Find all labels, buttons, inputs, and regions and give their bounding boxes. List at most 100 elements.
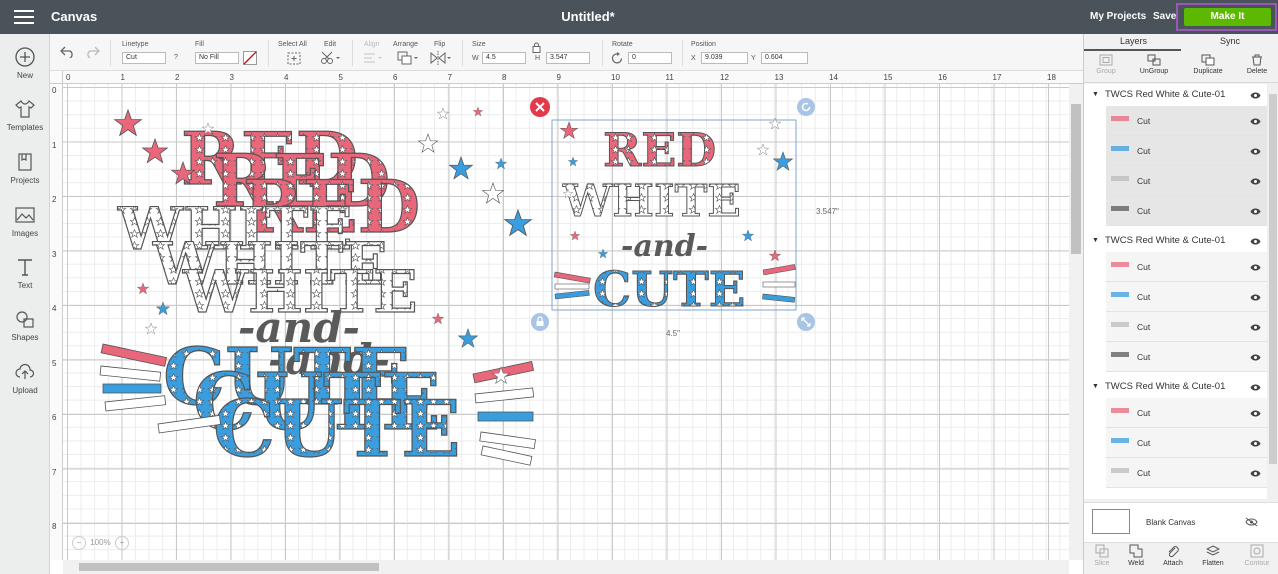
linetype-help-icon[interactable]: ? (174, 54, 178, 61)
height-dimension-label: 3.547" (816, 207, 839, 216)
fill-color-swatch[interactable] (243, 51, 257, 65)
eye-icon[interactable] (1250, 178, 1261, 185)
delete-handle[interactable] (530, 97, 550, 117)
layer-group[interactable]: ▼ TWCS Red White & Cute-01 (1084, 230, 1267, 252)
nav-upload[interactable]: Upload (0, 361, 50, 395)
layer-group-name: TWCS Red White & Cute-01 (1105, 89, 1226, 100)
layer-row[interactable]: Cut (1106, 458, 1267, 488)
lock-handle[interactable] (531, 313, 549, 331)
rotate-handle[interactable] (797, 98, 815, 116)
save-button[interactable]: Save (1153, 11, 1176, 22)
layer-row[interactable]: Cut (1106, 252, 1267, 282)
edit-scissors-icon[interactable] (320, 51, 340, 65)
blank-canvas-swatch[interactable] (1092, 509, 1130, 534)
duplicate-button[interactable]: Duplicate (1188, 54, 1228, 75)
group-label: Group (1096, 68, 1116, 75)
nav-images[interactable]: Images (0, 204, 50, 238)
zoom-out-button[interactable]: − (72, 536, 86, 550)
design-canvas[interactable]: RED RED RED WHITE WHITE WHITE -and- -and… (63, 84, 1069, 560)
collapse-arrow-icon[interactable]: ▼ (1092, 91, 1099, 98)
eye-icon[interactable] (1250, 384, 1261, 391)
collapse-arrow-icon[interactable]: ▼ (1092, 237, 1099, 244)
eye-icon[interactable] (1250, 264, 1261, 271)
layer-name: Cut (1137, 292, 1151, 302)
attach-button[interactable]: Attach (1155, 544, 1191, 567)
weld-button[interactable]: Weld (1118, 544, 1154, 567)
eye-icon[interactable] (1250, 294, 1261, 301)
group-button[interactable]: Group (1086, 54, 1126, 75)
nav-shapes[interactable]: Shapes (0, 308, 50, 342)
arrange-icon[interactable] (397, 51, 419, 65)
edit-label: Edit (324, 41, 337, 48)
ungroup-button[interactable]: UnGroup (1134, 54, 1174, 75)
hidden-eye-icon[interactable] (1245, 517, 1258, 527)
height-input[interactable]: 3.547 (546, 52, 590, 64)
layer-row[interactable]: Cut (1106, 136, 1267, 166)
eye-icon[interactable] (1250, 208, 1261, 215)
rotate-input[interactable]: 0 (628, 52, 672, 64)
tab-layers[interactable]: Layers (1120, 36, 1147, 46)
ruler-tick-label: 4 (284, 73, 289, 82)
eye-icon[interactable] (1250, 118, 1261, 125)
eye-icon[interactable] (1250, 148, 1261, 155)
eye-icon[interactable] (1250, 440, 1261, 447)
select-all-icon[interactable] (287, 52, 301, 65)
delete-button[interactable]: Delete (1237, 54, 1277, 75)
eye-icon[interactable] (1250, 410, 1261, 417)
eye-icon[interactable] (1250, 238, 1261, 245)
eye-icon[interactable] (1250, 92, 1261, 99)
text-icon (18, 259, 32, 276)
layer-row[interactable]: Cut (1106, 196, 1267, 226)
tab-sync[interactable]: Sync (1220, 36, 1240, 46)
layer-thumbnail (1111, 176, 1129, 181)
resize-handle[interactable] (797, 313, 815, 331)
y-position-input[interactable]: 0.604 (761, 52, 808, 64)
blank-canvas-row[interactable]: Blank Canvas (1084, 502, 1278, 542)
flatten-button[interactable]: Flatten (1195, 544, 1231, 567)
x-position-input[interactable]: 9.039 (701, 52, 748, 64)
nav-templates[interactable]: Templates (0, 98, 50, 132)
lock-icon[interactable] (532, 42, 541, 53)
layer-row[interactable]: Cut (1106, 106, 1267, 136)
slice-icon (1095, 544, 1109, 558)
my-projects-link[interactable]: My Projects (1090, 11, 1146, 22)
eye-icon[interactable] (1250, 354, 1261, 361)
layer-row[interactable]: Cut (1106, 312, 1267, 342)
layer-row[interactable]: Cut (1106, 282, 1267, 312)
canvas-horizontal-scrollbar[interactable] (63, 560, 1069, 574)
undo-icon[interactable] (60, 44, 76, 58)
eye-icon[interactable] (1250, 324, 1261, 331)
collapse-arrow-icon[interactable]: ▼ (1092, 383, 1099, 390)
eye-icon[interactable] (1250, 470, 1261, 477)
nav-new[interactable]: New (0, 46, 50, 80)
layer-group[interactable]: ▼ TWCS Red White & Cute-01 (1084, 84, 1267, 106)
ruler-tick-label: 13 (774, 73, 784, 82)
layer-thumbnail (1111, 438, 1129, 443)
nav-projects[interactable]: Projects (0, 151, 50, 185)
make-it-button[interactable]: Make It (1184, 8, 1271, 26)
linetype-select[interactable]: Cut (122, 52, 166, 64)
slice-button[interactable]: Slice (1084, 544, 1120, 567)
canvas-vertical-scrollbar[interactable] (1069, 84, 1083, 560)
ruler-tick-label: 7 (447, 73, 452, 82)
group-icon (1099, 54, 1113, 66)
layer-row[interactable]: Cut (1106, 398, 1267, 428)
align-icon[interactable] (363, 52, 383, 65)
redo-icon[interactable] (84, 44, 100, 58)
projects-icon (18, 153, 32, 171)
nav-text[interactable]: Text (0, 256, 50, 290)
selected-artwork[interactable]: RED WHITE -and- CUTE (530, 97, 815, 331)
layer-group[interactable]: ▼ TWCS Red White & Cute-01 (1084, 376, 1267, 398)
fill-select[interactable]: No Fill (195, 52, 239, 64)
layer-row[interactable]: Cut (1106, 428, 1267, 458)
zoom-in-button[interactable]: + (114, 536, 129, 550)
contour-button[interactable]: Contour (1239, 544, 1275, 567)
stacked-artwork-left[interactable]: RED RED RED WHITE WHITE WHITE -and- -and… (99, 106, 536, 476)
layers-scrollbar[interactable] (1267, 84, 1278, 499)
zoom-level: 100% (90, 538, 111, 548)
document-title[interactable]: Untitled* (0, 9, 1176, 24)
width-input[interactable]: 4.5 (482, 52, 526, 64)
flip-icon[interactable] (430, 51, 452, 65)
layer-row[interactable]: Cut (1106, 166, 1267, 196)
layer-row[interactable]: Cut (1106, 342, 1267, 372)
